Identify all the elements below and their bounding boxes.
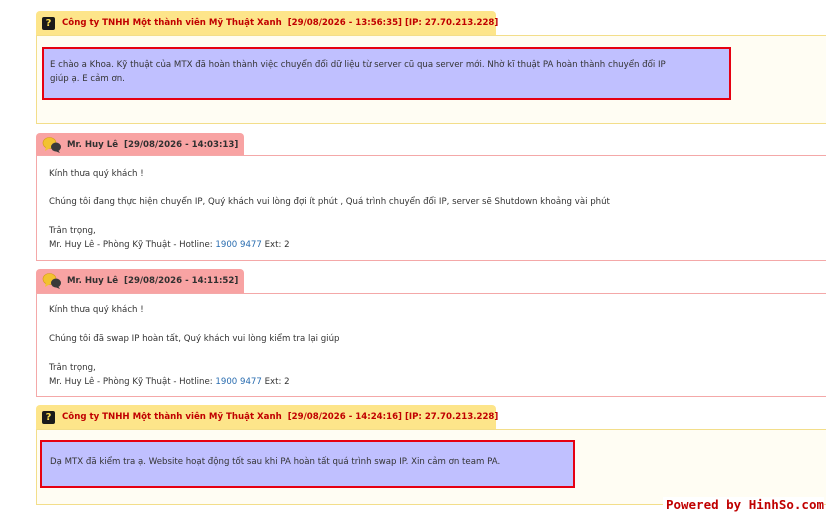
extension-text: Ext: 2: [261, 240, 290, 250]
greeting-text: Kính thưa quý khách !: [49, 169, 144, 179]
message-text: Chúng tôi đã swap IP hoàn tất, Quý khách…: [49, 334, 340, 344]
message-body: Kính thưa quý khách ! Chúng tôi đã swap …: [36, 293, 826, 397]
author-name: Mr. Huy Lê: [67, 140, 119, 150]
message-text: Chúng tôi đang thực hiện chuyển IP, Quý …: [49, 197, 610, 207]
question-icon: ?: [42, 16, 55, 30]
message-body: Dạ MTX đã kiểm tra ạ. Website hoạt động …: [36, 429, 826, 505]
message-header: Mr. Huy Lê [29/08/2026 - 14:11:52]: [36, 269, 244, 293]
message-line: E chào a Khoa. Kỹ thuật của MTX đã hoàn …: [50, 60, 666, 70]
hotline-link[interactable]: 1900 9477: [215, 377, 261, 387]
message-header: ? Công ty TNHH Một thành viên Mỹ Thuật X…: [36, 405, 499, 429]
closing-text: Trân trọng,: [49, 363, 96, 373]
message-staff-2: Mr. Huy Lê [29/08/2026 - 14:11:52] Kính …: [36, 269, 826, 397]
signature: Mr. Huy Lê - Phòng Kỹ Thuật - Hotline: 1…: [49, 376, 290, 390]
message-customer-1: ? Công ty TNHH Một thành viên Mỹ Thuật X…: [36, 0, 826, 125]
highlighted-message: Dạ MTX đã kiểm tra ạ. Website hoạt động …: [40, 440, 575, 488]
author-name: Công ty TNHH Một thành viên Mỹ Thuật Xan…: [62, 412, 282, 422]
message-line: Dạ MTX đã kiểm tra ạ. Website hoạt động …: [50, 457, 501, 467]
hotline-link[interactable]: 1900 9477: [215, 240, 261, 250]
author-name: Mr. Huy Lê: [67, 276, 119, 286]
question-icon: ?: [42, 410, 55, 424]
message-meta: [29/08/2026 - 14:24:16] [IP: 27.70.213.2…: [287, 412, 499, 422]
message-header: Mr. Huy Lê [29/08/2026 - 14:03:13]: [36, 133, 244, 157]
signature-text: Mr. Huy Lê - Phòng Kỹ Thuật - Hotline:: [49, 377, 216, 387]
message-line: giúp ạ. E cảm ơn.: [50, 73, 125, 84]
message-meta: [29/08/2026 - 13:56:35] [IP: 27.70.213.2…: [287, 18, 499, 28]
signature-text: Mr. Huy Lê - Phòng Kỹ Thuật - Hotline:: [49, 240, 216, 250]
message-customer-2: ? Công ty TNHH Một thành viên Mỹ Thuật X…: [36, 405, 826, 512]
signature: Mr. Huy Lê - Phòng Kỹ Thuật - Hotline: 1…: [49, 239, 290, 253]
chat-bubbles-icon: [42, 273, 61, 289]
extension-text: Ext: 2: [261, 377, 290, 387]
message-meta: [29/08/2026 - 14:11:52]: [124, 276, 239, 286]
message-header: ? Công ty TNHH Một thành viên Mỹ Thuật X…: [36, 11, 499, 35]
watermark-text: Powered by HinhSo.com: [662, 497, 824, 512]
author-name: Công ty TNHH Một thành viên Mỹ Thuật Xan…: [62, 18, 282, 28]
message-staff-1: Mr. Huy Lê [29/08/2026 - 14:03:13] Kính …: [36, 133, 826, 261]
greeting-text: Kính thưa quý khách !: [49, 305, 144, 315]
message-body: Kính thưa quý khách ! Chúng tôi đang thự…: [36, 155, 826, 261]
closing-text: Trân trọng,: [49, 226, 96, 236]
chat-bubbles-icon: [42, 137, 61, 153]
highlighted-message: E chào a Khoa. Kỹ thuật của MTX đã hoàn …: [42, 47, 731, 100]
message-body: E chào a Khoa. Kỹ thuật của MTX đã hoàn …: [36, 35, 826, 124]
message-meta: [29/08/2026 - 14:03:13]: [124, 140, 239, 150]
